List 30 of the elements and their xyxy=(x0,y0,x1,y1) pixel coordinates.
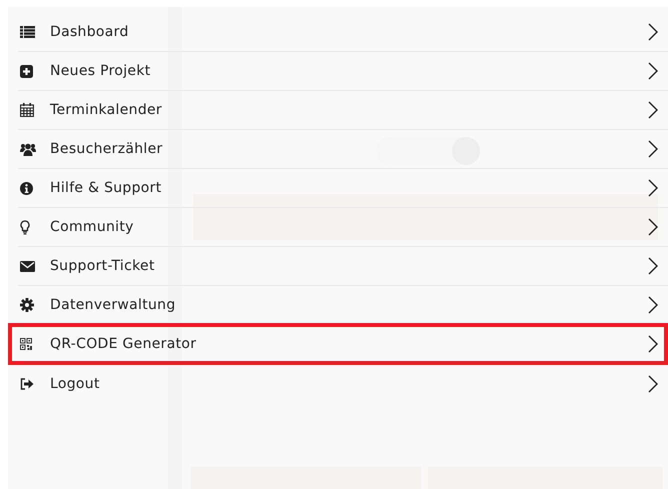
chevron-right-icon xyxy=(648,101,658,119)
logout-icon xyxy=(20,378,34,390)
menu-item[interactable]: Logout xyxy=(18,364,668,403)
users-icon xyxy=(20,142,36,156)
envelope-icon xyxy=(20,260,35,272)
menu-item[interactable]: Support-Ticket xyxy=(18,247,668,286)
menu-item[interactable]: Hilfe & Support xyxy=(18,169,668,208)
calendar-icon xyxy=(20,103,34,117)
plus-square-icon xyxy=(20,64,33,78)
info-icon xyxy=(20,182,33,194)
chevron-right-icon xyxy=(648,140,658,158)
lightbulb-icon xyxy=(20,220,30,234)
chevron-right-icon xyxy=(648,374,658,392)
menu-item[interactable]: Neues Projekt xyxy=(18,52,668,91)
menu-item[interactable]: Datenverwaltung xyxy=(18,286,668,325)
menu-item[interactable]: Dashboard xyxy=(18,13,668,52)
chevron-right-icon xyxy=(648,23,658,41)
menu-item[interactable]: Terminkalender xyxy=(18,91,668,130)
gear-icon xyxy=(20,298,34,312)
list-icon xyxy=(20,26,35,38)
chevron-right-icon xyxy=(648,257,658,275)
menu-item[interactable]: Besucherzähler xyxy=(18,130,668,169)
menu-item[interactable]: Community xyxy=(18,208,668,247)
chevron-right-icon xyxy=(648,62,658,80)
chevron-right-icon xyxy=(648,218,658,236)
chevron-right-icon xyxy=(648,335,658,353)
chevron-right-icon xyxy=(648,179,658,197)
qr-code-icon xyxy=(20,338,32,350)
menu-item[interactable]: QR-CODE Generator xyxy=(8,323,668,365)
chevron-right-icon xyxy=(648,296,658,314)
